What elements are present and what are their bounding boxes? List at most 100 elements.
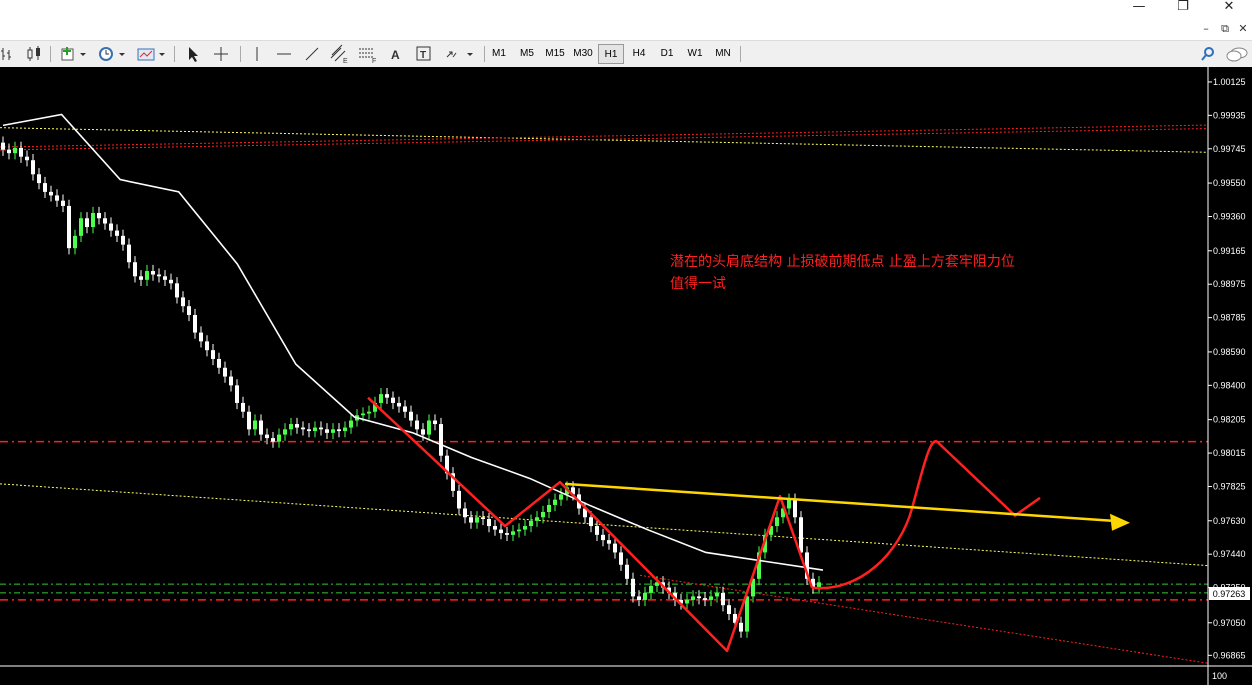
candle-body bbox=[13, 147, 17, 154]
candle-body bbox=[211, 350, 215, 359]
search-icon[interactable] bbox=[1198, 44, 1218, 64]
candle-body bbox=[415, 420, 419, 430]
candle-body bbox=[289, 424, 293, 430]
candle-body bbox=[151, 271, 155, 275]
minimize-button[interactable]: — bbox=[1124, 0, 1154, 18]
candle-body bbox=[535, 517, 539, 521]
cursor-icon[interactable] bbox=[183, 44, 203, 64]
y-tick-label: 0.96865 bbox=[1213, 650, 1246, 660]
trendline-icon[interactable] bbox=[302, 44, 322, 64]
candle-body bbox=[217, 358, 221, 368]
candle-body bbox=[19, 147, 23, 157]
annotation-line-1: 潜在的头肩底结构 止损破前期低点 止盈上方套牢阻力位 bbox=[670, 253, 1015, 270]
text-icon[interactable]: A bbox=[386, 44, 406, 64]
candle-body bbox=[259, 420, 263, 435]
candle-body bbox=[709, 596, 713, 600]
timeframe-mn[interactable]: MN bbox=[710, 44, 736, 64]
timeframe-m30[interactable]: M30 bbox=[570, 44, 596, 64]
timeframe-m5[interactable]: M5 bbox=[514, 44, 540, 64]
candle-body bbox=[793, 499, 797, 518]
candle-body bbox=[391, 397, 395, 403]
candle-body bbox=[277, 434, 281, 442]
mdi-minimize-button[interactable]: – bbox=[1199, 22, 1213, 36]
bar-chart-icon[interactable] bbox=[0, 44, 16, 64]
candle-body bbox=[1, 142, 5, 150]
candle-body bbox=[529, 520, 533, 527]
horizontal-line-icon[interactable] bbox=[274, 44, 294, 64]
candle-body bbox=[199, 332, 203, 342]
timeframe-m1[interactable]: M1 bbox=[486, 44, 512, 64]
y-tick-label: 0.97825 bbox=[1213, 481, 1246, 491]
candle-body bbox=[397, 402, 401, 407]
candle-body bbox=[505, 533, 509, 535]
menu-bar bbox=[0, 18, 1252, 40]
equidistant-channel-icon[interactable]: E bbox=[328, 44, 352, 65]
close-button[interactable]: ✕ bbox=[1214, 0, 1244, 18]
candle-body bbox=[487, 519, 491, 527]
candle-body bbox=[85, 218, 89, 228]
candle-body bbox=[139, 276, 143, 280]
candle-body bbox=[91, 212, 95, 228]
y-tick-label: 0.98590 bbox=[1213, 347, 1246, 357]
candle-body bbox=[745, 596, 749, 632]
candle-body bbox=[421, 429, 425, 435]
candle-body bbox=[631, 578, 635, 597]
candle-body bbox=[547, 504, 551, 512]
y-tick-label: 0.99550 bbox=[1213, 178, 1246, 188]
mdi-restore-button[interactable]: ⧉ bbox=[1218, 22, 1232, 36]
chat-icon[interactable] bbox=[1224, 44, 1250, 64]
arrows-icon[interactable] bbox=[442, 44, 478, 64]
bottom-label: 100 bbox=[1212, 671, 1227, 681]
candle-body bbox=[331, 429, 335, 433]
candle-body bbox=[181, 297, 185, 307]
candle-body bbox=[265, 434, 269, 439]
candle-body bbox=[727, 605, 731, 614]
candle-body bbox=[409, 411, 413, 421]
svg-text:E: E bbox=[343, 58, 348, 64]
new-chart-icon[interactable] bbox=[58, 44, 88, 64]
candle-body bbox=[73, 235, 77, 249]
timeframe-d1[interactable]: D1 bbox=[654, 44, 680, 64]
candle-body bbox=[97, 212, 101, 219]
svg-text:T: T bbox=[420, 50, 426, 61]
fibonacci-icon[interactable]: F bbox=[356, 44, 380, 65]
y-tick-label: 0.99165 bbox=[1213, 246, 1246, 256]
candle-body bbox=[601, 534, 605, 541]
mdi-close-button[interactable]: ✕ bbox=[1236, 22, 1250, 36]
timeframe-w1[interactable]: W1 bbox=[682, 44, 708, 64]
candle-body bbox=[127, 244, 131, 263]
candle-body bbox=[619, 552, 623, 565]
y-tick-label: 0.97050 bbox=[1213, 618, 1246, 628]
candle-body bbox=[427, 420, 431, 435]
label-icon[interactable]: T bbox=[414, 44, 434, 64]
candle-body bbox=[253, 420, 257, 430]
candle-body bbox=[775, 517, 779, 527]
restore-button[interactable]: ❐ bbox=[1168, 0, 1198, 18]
candle-body bbox=[685, 599, 689, 604]
candlestick-icon[interactable] bbox=[24, 44, 44, 64]
y-tick-label: 0.97630 bbox=[1213, 516, 1246, 526]
y-tick-label: 0.98975 bbox=[1213, 279, 1246, 289]
candle-body bbox=[367, 411, 371, 414]
candle-body bbox=[121, 235, 125, 245]
template-icon[interactable] bbox=[134, 44, 168, 64]
candle-body bbox=[625, 564, 629, 579]
candle-body bbox=[337, 429, 341, 432]
candle-body bbox=[643, 592, 647, 600]
candle-body bbox=[553, 499, 557, 505]
price-chart[interactable]: 潜在的头肩底结构 止损破前期低点 止盈上方套牢阻力位 值得一试 1.00125 0… bbox=[0, 67, 1252, 685]
candle-body bbox=[385, 394, 389, 398]
y-tick-label: 0.98015 bbox=[1213, 448, 1246, 458]
timeframe-m15[interactable]: M15 bbox=[542, 44, 568, 64]
clock-icon[interactable] bbox=[94, 44, 128, 64]
crosshair-icon[interactable] bbox=[210, 44, 232, 64]
candle-body bbox=[343, 427, 347, 432]
candle-body bbox=[295, 424, 299, 428]
candle-body bbox=[241, 402, 245, 412]
timeframe-h4[interactable]: H4 bbox=[626, 44, 652, 64]
candle-body bbox=[721, 592, 725, 606]
timeframe-h1[interactable]: H1 bbox=[598, 44, 624, 64]
y-tick-label: 1.00125 bbox=[1213, 77, 1246, 87]
vertical-line-icon[interactable] bbox=[248, 44, 266, 64]
candle-body bbox=[799, 517, 803, 553]
